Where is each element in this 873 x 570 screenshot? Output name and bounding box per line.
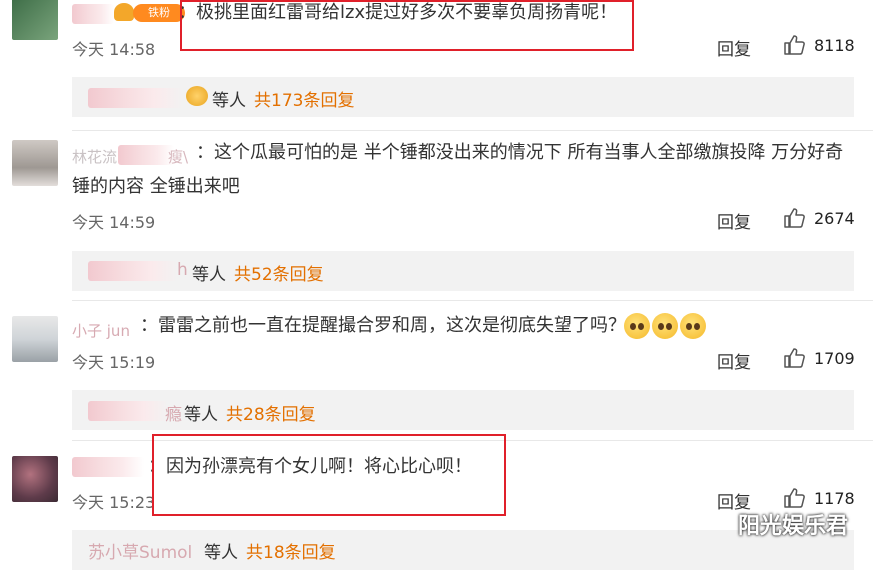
like-count: 8118: [814, 36, 855, 55]
like-count: 1709: [814, 349, 855, 368]
like-count: 1178: [814, 489, 855, 508]
watermark: 阳光娱乐君: [738, 514, 849, 539]
username-tail: 瘦\: [168, 148, 189, 166]
fan-badge-crown-icon: [114, 3, 134, 21]
pleading-face-emoji-icon: [624, 313, 650, 339]
sub-username-blurred[interactable]: [88, 261, 178, 281]
username[interactable]: 林花流: [72, 146, 117, 167]
divider: [72, 300, 873, 301]
comment-time: 今天 15:23: [72, 493, 156, 512]
username-blurred[interactable]: [72, 4, 114, 24]
like-count: 2674: [814, 209, 855, 228]
pleading-face-emoji-icon: [652, 313, 678, 339]
highlight-box: [180, 0, 634, 51]
reply-button[interactable]: 回复: [717, 35, 751, 60]
comment-time: 今天 15:19: [72, 353, 156, 372]
thumbs-up-icon[interactable]: [783, 34, 805, 56]
crown-icon: [186, 86, 208, 106]
username-blurred[interactable]: [118, 145, 174, 165]
highlight-box: [152, 434, 506, 516]
username-blurred[interactable]: [72, 457, 144, 477]
sub-username-blurred[interactable]: [88, 88, 183, 108]
thumbs-up-icon[interactable]: [783, 487, 805, 509]
sub-replies-count[interactable]: 共52条回复: [234, 260, 324, 285]
sub-replies-count[interactable]: 共18条回复: [246, 538, 336, 563]
divider: [72, 130, 873, 131]
thumbs-up-icon[interactable]: [783, 347, 805, 369]
sub-replies-count[interactable]: 共28条回复: [226, 400, 316, 425]
sub-replies-dengren: 等人: [192, 265, 226, 285]
sub-replies-dengren: 等人: [212, 91, 246, 111]
sub-username-blurred[interactable]: [88, 401, 168, 421]
comment-text-line2: 锤的内容 全锤出来吧: [72, 176, 240, 197]
sub-replies-count[interactable]: 共173条回复: [254, 86, 354, 111]
sub-username[interactable]: 苏小草Sumol: [88, 538, 192, 563]
comment-text: ：雷雷之前也一直在提醒撮合罗和周，这次是彻底失望了吗？: [140, 315, 626, 336]
sub-username-tail: 瘾: [165, 405, 182, 425]
comment-time: 今天 14:59: [72, 213, 156, 232]
reply-button[interactable]: 回复: [717, 348, 751, 373]
sub-replies-bar[interactable]: [72, 251, 854, 291]
comment-time: 今天 14:58: [72, 40, 156, 59]
sub-replies-dengren: 等人: [184, 405, 218, 425]
comment-text: ：这个瓜最可怕的是 半个锤都没出来的情况下 所有当事人全部缴旗投降 万分好奇: [196, 142, 844, 163]
thumbs-up-icon[interactable]: [783, 207, 805, 229]
pleading-face-emoji-icon: [680, 313, 706, 339]
avatar[interactable]: [12, 456, 58, 502]
avatar[interactable]: [12, 140, 58, 186]
avatar[interactable]: [12, 0, 58, 40]
sub-replies-dengren: 等人: [204, 543, 238, 563]
sub-username-tail: h: [177, 260, 188, 280]
avatar[interactable]: [12, 316, 58, 362]
username[interactable]: 小子 jun: [72, 320, 130, 341]
reply-button[interactable]: 回复: [717, 208, 751, 233]
